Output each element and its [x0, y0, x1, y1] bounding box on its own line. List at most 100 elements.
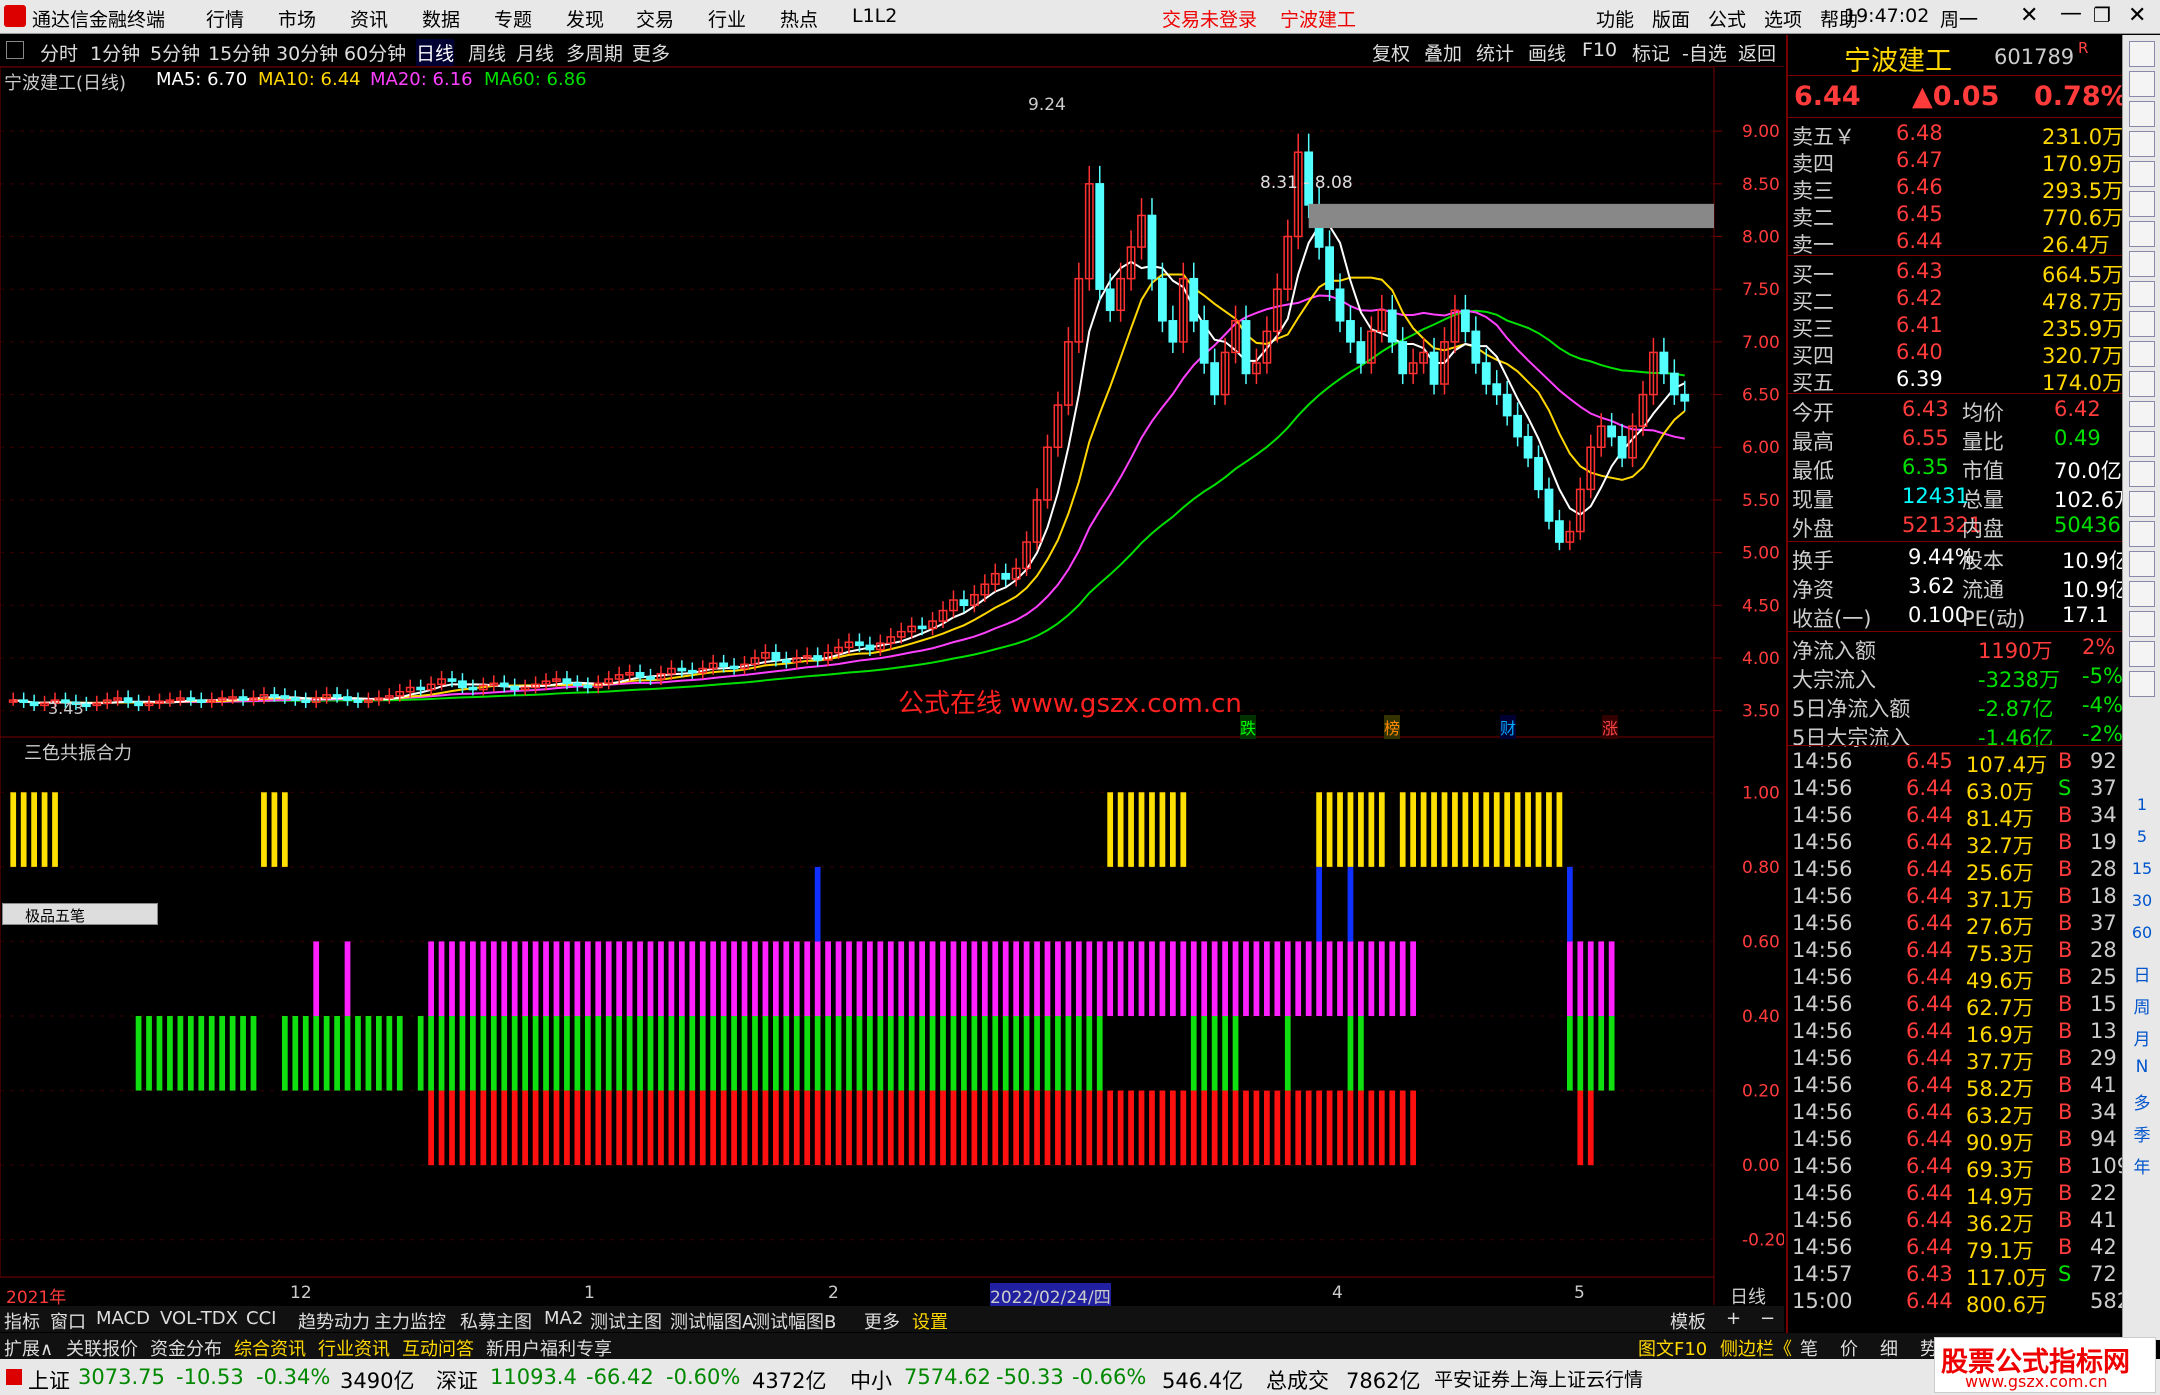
panel-tab[interactable]: 笔 — [1800, 1335, 1818, 1361]
sidebar-tool-icon[interactable] — [2129, 341, 2155, 367]
candle-body[interactable] — [635, 671, 645, 678]
menu-item[interactable]: 市场 — [278, 5, 316, 32]
indicator-tab[interactable]: CCI — [246, 1308, 276, 1329]
candle-body[interactable] — [81, 703, 91, 708]
chart-area[interactable]: 9.00 8.50 8.00 7.50 7.00 6.50 6.00 5.50 5.00 4.50… — [0, 66, 1786, 1308]
event-marker[interactable]: 涨 — [1602, 715, 1619, 739]
candle-body[interactable] — [19, 699, 29, 703]
candle-body[interactable] — [1199, 320, 1209, 364]
menu-item[interactable]: L1L2 — [852, 5, 897, 27]
toolbar-button[interactable]: 返回 — [1738, 39, 1776, 66]
candle-body[interactable] — [1429, 351, 1439, 385]
sidebar-tool-icon[interactable] — [2129, 401, 2155, 427]
candle-body[interactable] — [269, 694, 279, 698]
sh-name[interactable]: 上证 — [28, 1365, 70, 1395]
sidebar-tool-icon[interactable] — [2129, 671, 2155, 697]
panel-tab[interactable]: 价 — [1840, 1335, 1858, 1361]
candle-body[interactable] — [343, 696, 352, 701]
period-tab[interactable]: 5分钟 — [150, 39, 200, 66]
candle-body[interactable] — [1659, 351, 1669, 375]
template-control[interactable]: 模板 — [1670, 1308, 1706, 1334]
candle-body[interactable] — [583, 684, 593, 689]
candle-body[interactable] — [332, 694, 342, 698]
sidebar-period[interactable]: 60 — [2127, 923, 2157, 942]
sidebar-period[interactable]: 30 — [2127, 891, 2157, 910]
candle-body[interactable] — [1492, 383, 1502, 396]
indicator-tab[interactable]: 趋势动力 — [298, 1308, 370, 1334]
trade-alert[interactable]: 交易未登录 — [1162, 5, 1257, 32]
menu-item[interactable]: 选项 — [1764, 5, 1802, 32]
period-tab[interactable]: 月线 — [516, 39, 554, 66]
period-tab[interactable]: 周线 — [468, 39, 506, 66]
candle-body[interactable] — [1095, 183, 1105, 290]
candle-body[interactable] — [123, 697, 133, 703]
toolbar-button[interactable]: F10 — [1582, 39, 1617, 61]
sidebar-tool-icon[interactable] — [2129, 71, 2155, 97]
sidebar-tool-icon[interactable] — [2129, 131, 2155, 157]
candle-body[interactable] — [1607, 425, 1617, 438]
candle-body[interactable] — [1105, 288, 1115, 312]
indicator-tab[interactable]: 私募主图 — [460, 1308, 532, 1334]
close-window-icon[interactable]: ✕ — [2128, 3, 2146, 28]
candle-body[interactable] — [458, 680, 467, 689]
sidebar-tool-icon[interactable] — [2129, 221, 2155, 247]
candle-body[interactable] — [1398, 341, 1408, 375]
extension-tab[interactable]: 关联报价 — [66, 1335, 138, 1361]
indicator-tab[interactable]: 测试幅图B — [752, 1308, 836, 1334]
sidebar-period[interactable]: 季 — [2127, 1121, 2157, 1146]
period-tab[interactable]: 更多 — [632, 39, 670, 66]
candle-body[interactable] — [1210, 362, 1220, 396]
sidebar-tool-icon[interactable] — [2129, 581, 2155, 607]
event-marker[interactable]: 跌 — [1240, 715, 1257, 739]
period-tab[interactable]: 日线 — [416, 39, 455, 66]
sidebar-period[interactable]: 5 — [2127, 827, 2157, 846]
indicator-tab[interactable]: 主力监控 — [374, 1308, 446, 1334]
candle-body[interactable] — [1387, 309, 1397, 343]
candle-body[interactable] — [1669, 372, 1679, 396]
indicator-tab[interactable]: 更多 — [864, 1308, 900, 1334]
candle-body[interactable] — [1001, 572, 1011, 580]
candle-body[interactable] — [1617, 435, 1627, 459]
panel-tab[interactable]: 侧边栏《 — [1720, 1335, 1792, 1361]
candle-body[interactable] — [1168, 320, 1178, 343]
menu-item[interactable]: 热点 — [780, 5, 818, 32]
menu-item[interactable]: 行情 — [206, 5, 244, 32]
extension-tab[interactable]: 互动问答 — [402, 1335, 474, 1361]
template-control[interactable]: − — [1760, 1308, 1775, 1329]
sidebar-tool-icon[interactable] — [2129, 281, 2155, 307]
sidebar-tool-icon[interactable] — [2129, 101, 2155, 127]
candle-body[interactable] — [1325, 246, 1334, 290]
candle-body[interactable] — [1147, 214, 1157, 280]
panel-tab[interactable]: 细 — [1880, 1335, 1898, 1361]
candle-body[interactable] — [1471, 330, 1481, 364]
sidebar-period[interactable]: 15 — [2127, 859, 2157, 878]
candle-body[interactable] — [729, 665, 739, 670]
sidebar-period[interactable]: N — [2127, 1057, 2157, 1077]
toolbar-button[interactable]: 复权 — [1372, 39, 1410, 66]
candle-body[interactable] — [959, 599, 969, 607]
ime-toolbar[interactable]: 极品五笔 — [2, 903, 158, 925]
candle-body[interactable] — [855, 641, 864, 647]
candle-body[interactable] — [186, 697, 196, 701]
candle-body[interactable] — [677, 667, 687, 672]
period-tab[interactable]: 30分钟 — [276, 39, 338, 66]
candle-body[interactable] — [196, 699, 206, 703]
menu-item[interactable]: 版面 — [1652, 5, 1690, 32]
indicator-tab[interactable]: 测试幅图A — [670, 1308, 754, 1334]
candle-body[interactable] — [865, 644, 875, 651]
candle-body[interactable] — [301, 699, 311, 703]
sidebar-tool-icon[interactable] — [2129, 41, 2155, 67]
panel-tab[interactable]: 图文F10 — [1638, 1335, 1707, 1361]
candle-body[interactable] — [813, 655, 823, 661]
extension-tab[interactable]: 资金分布 — [150, 1335, 222, 1361]
menu-item[interactable]: 资讯 — [350, 5, 388, 32]
extension-tab[interactable]: 新用户福利专享 — [486, 1335, 612, 1361]
candle-body[interactable] — [416, 686, 426, 691]
candle-body[interactable] — [1356, 341, 1366, 364]
period-tab[interactable]: 分时 — [40, 39, 78, 66]
indicator-tab[interactable]: MA2 — [544, 1308, 583, 1329]
sidebar-tool-icon[interactable] — [2129, 551, 2155, 577]
candle-body[interactable] — [290, 697, 300, 701]
candle-body[interactable] — [1335, 288, 1345, 322]
template-control[interactable]: + — [1726, 1308, 1741, 1329]
